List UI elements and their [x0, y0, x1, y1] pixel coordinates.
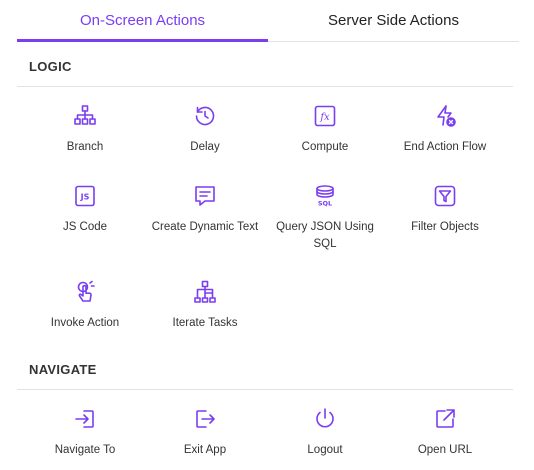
tab-server-side-actions[interactable]: Server Side Actions — [268, 0, 519, 41]
tap-icon — [72, 279, 98, 305]
power-icon — [312, 406, 338, 432]
svg-text:SQL: SQL — [318, 200, 332, 208]
action-iterate-tasks[interactable]: Iterate Tasks — [145, 279, 265, 332]
action-js-code[interactable]: JS JS Code — [25, 183, 145, 236]
action-label: Create Dynamic Text — [151, 221, 259, 233]
action-label: Compute — [301, 141, 349, 153]
action-invoke-action[interactable]: Invoke Action — [25, 279, 145, 332]
tab-on-screen-actions[interactable]: On-Screen Actions — [17, 0, 268, 42]
action-label: JS Code — [62, 221, 108, 233]
action-label: Logout — [307, 444, 343, 456]
bolt-stop-icon — [432, 103, 458, 129]
action-end-action-flow[interactable]: End Action Flow — [385, 103, 505, 156]
filter-icon — [432, 183, 458, 209]
section-divider — [17, 86, 513, 87]
action-label: Filter Objects — [411, 221, 479, 233]
action-compute[interactable]: fx Compute — [265, 103, 385, 156]
action-label: Iterate Tasks — [172, 317, 238, 329]
svg-text:JS: JS — [80, 193, 90, 202]
external-link-icon — [432, 406, 458, 432]
action-label: End Action Flow — [403, 141, 487, 153]
action-filter-objects[interactable]: Filter Objects — [385, 183, 505, 236]
js-file-icon: JS — [72, 183, 98, 209]
action-create-dynamic-text[interactable]: Create Dynamic Text — [145, 183, 265, 236]
section-title-logic: LOGIC — [29, 59, 72, 74]
action-tabs: On-Screen Actions Server Side Actions — [17, 0, 519, 42]
section-title-navigate: NAVIGATE — [29, 362, 97, 377]
svg-text:fx: fx — [319, 112, 330, 123]
function-icon: fx — [312, 103, 338, 129]
action-logout[interactable]: Logout — [265, 406, 385, 459]
section-divider — [17, 389, 513, 390]
branch-icon — [72, 103, 98, 129]
action-label: Invoke Action — [50, 317, 120, 329]
exit-icon — [192, 406, 218, 432]
message-text-icon — [192, 183, 218, 209]
action-label: Query JSON Using SQL — [276, 221, 374, 250]
action-query-json[interactable]: SQL Query JSON Using SQL — [265, 183, 385, 253]
action-open-url[interactable]: Open URL — [385, 406, 505, 459]
action-label: Navigate To — [54, 444, 116, 456]
action-label: Branch — [66, 141, 104, 153]
action-label: Delay — [190, 141, 220, 153]
login-arrow-icon — [72, 406, 98, 432]
database-sql-icon: SQL — [312, 183, 338, 209]
action-delay[interactable]: Delay — [145, 103, 265, 156]
action-navigate-to[interactable]: Navigate To — [25, 406, 145, 459]
history-clock-icon — [192, 103, 218, 129]
action-label: Open URL — [417, 444, 473, 456]
action-label: Exit App — [183, 444, 227, 456]
action-exit-app[interactable]: Exit App — [145, 406, 265, 459]
action-branch[interactable]: Branch — [25, 103, 145, 156]
hierarchy-icon — [192, 279, 218, 305]
